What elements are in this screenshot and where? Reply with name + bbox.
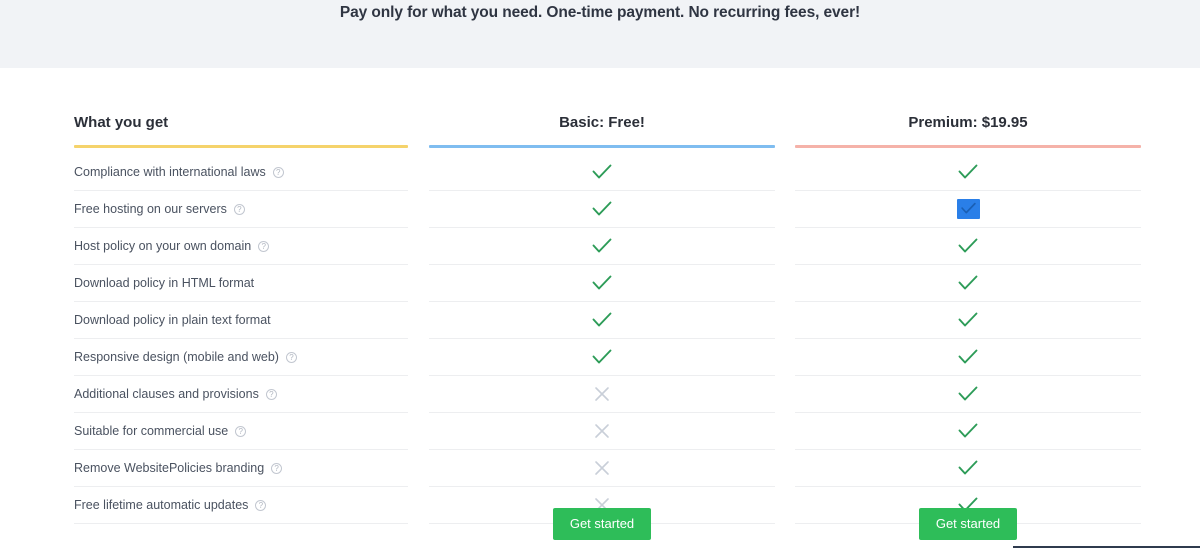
availability-cell-premium: [795, 228, 1141, 265]
availability-cell-premium: [795, 413, 1141, 450]
feature-label: Download policy in HTML format: [74, 276, 255, 290]
help-icon[interactable]: ?: [285, 351, 297, 363]
cross-icon: [594, 386, 610, 402]
availability-cell-basic: [429, 154, 775, 191]
feature-label: Additional clauses and provisions: [74, 387, 259, 401]
availability-cell-premium: [795, 450, 1141, 487]
feature-row: Download policy in HTML format: [74, 265, 408, 302]
availability-cell-basic: [429, 228, 775, 265]
column-header-features: What you get: [74, 114, 408, 148]
availability-cell-premium: [795, 154, 1141, 191]
help-icon[interactable]: ?: [258, 240, 270, 252]
availability-cell-premium: [795, 191, 1141, 228]
check-icon: [592, 312, 612, 328]
get-started-button-basic[interactable]: Get started: [552, 508, 652, 540]
availability-cell-basic: [429, 413, 775, 450]
column-header-basic: Basic: Free!: [429, 114, 775, 148]
feature-label: Compliance with international laws: [74, 165, 266, 179]
help-icon[interactable]: ?: [271, 462, 283, 474]
check-icon: [958, 275, 978, 291]
availability-cell-basic: [429, 302, 775, 339]
availability-cell-basic: [429, 376, 775, 413]
column-header-features-rule: [74, 145, 408, 148]
help-icon[interactable]: ?: [235, 425, 247, 437]
get-started-button-premium[interactable]: Get started: [918, 508, 1018, 540]
availability-cell-basic: [429, 450, 775, 487]
help-icon[interactable]: ?: [255, 499, 267, 511]
column-header-basic-rule: [429, 145, 775, 148]
feature-label: Free hosting on our servers: [74, 202, 227, 216]
check-icon: [592, 275, 612, 291]
check-icon: [592, 164, 612, 180]
availability-cell-basic: [429, 191, 775, 228]
column-header-premium: Premium: $19.95: [795, 114, 1141, 148]
feature-row: Suitable for commercial use?: [74, 413, 408, 450]
feature-row: Remove WebsitePolicies branding?: [74, 450, 408, 487]
availability-cell-premium: [795, 339, 1141, 376]
availability-cell-premium: [795, 302, 1141, 339]
feature-row: Free hosting on our servers?: [74, 191, 408, 228]
cross-icon: [594, 460, 610, 476]
check-icon: [958, 312, 978, 328]
check-icon: [958, 349, 978, 365]
check-icon: [958, 164, 978, 180]
column-header-basic-label: Basic: Free!: [559, 114, 645, 131]
check-icon: [958, 460, 978, 476]
feature-row: Compliance with international laws?: [74, 154, 408, 191]
check-icon: [592, 349, 612, 365]
help-icon[interactable]: ?: [265, 388, 277, 400]
feature-label: Remove WebsitePolicies branding: [74, 461, 265, 475]
feature-row: Responsive design (mobile and web)?: [74, 339, 408, 376]
column-header-premium-label: Premium: $19.95: [908, 114, 1028, 131]
help-icon[interactable]: ?: [272, 166, 284, 178]
promo-tagline: Pay only for what you need. One-time pay…: [339, 4, 861, 21]
availability-cell-premium: [795, 376, 1141, 413]
cross-icon: [594, 423, 610, 439]
check-icon: [592, 201, 612, 217]
pricing-comparison-table: What you get Basic: Free! Premium: $19.9…: [0, 68, 1200, 548]
cta-cell-premium: Get started: [795, 508, 1141, 548]
check-icon: [592, 238, 612, 254]
feature-row: Download policy in plain text format: [74, 302, 408, 339]
feature-label: Download policy in plain text format: [74, 313, 271, 327]
feature-label: Suitable for commercial use: [74, 424, 229, 438]
availability-cell-premium: [795, 265, 1141, 302]
feature-label: Responsive design (mobile and web): [74, 350, 279, 364]
feature-row: Host policy on your own domain?: [74, 228, 408, 265]
column-header-features-label: What you get: [74, 114, 169, 131]
check-icon: [958, 423, 978, 439]
check-icon: [958, 386, 978, 402]
feature-label: Free lifetime automatic updates: [74, 498, 249, 512]
cta-cell-basic: Get started: [429, 508, 775, 548]
availability-cell-basic: [429, 265, 775, 302]
check-icon: [958, 238, 978, 254]
check-icon-selected: [956, 199, 980, 219]
column-header-premium-rule: [795, 145, 1141, 148]
feature-label: Host policy on your own domain: [74, 239, 252, 253]
feature-row: Free lifetime automatic updates?: [74, 487, 408, 524]
promo-banner: Pay only for what you need. One-time pay…: [0, 0, 1200, 68]
help-icon[interactable]: ?: [233, 203, 245, 215]
feature-row: Additional clauses and provisions?: [74, 376, 408, 413]
availability-cell-basic: [429, 339, 775, 376]
